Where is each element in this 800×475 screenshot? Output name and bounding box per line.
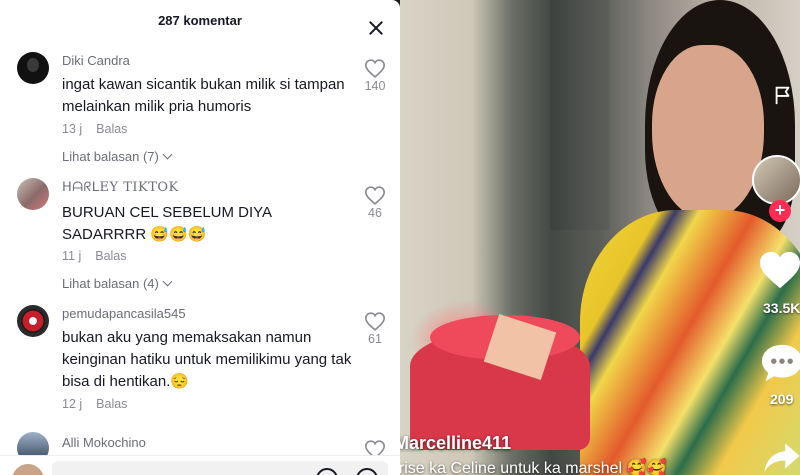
comment-username[interactable]: pemudapancasila545 <box>62 306 186 321</box>
comment-input[interactable] <box>52 461 388 475</box>
comment-text: BURUAN CEL SEBELUM DIYA SADARRRR 😅😅😅 <box>62 204 272 243</box>
like-button[interactable]: 46 <box>362 186 388 220</box>
close-icon[interactable] <box>368 20 384 36</box>
comment-username[interactable]: Alli Mokochino <box>62 435 146 450</box>
video-background <box>550 0 610 230</box>
reply-button[interactable]: Balas <box>96 122 127 136</box>
comment-meta: 12 j Balas <box>62 397 127 411</box>
like-count: 61 <box>368 332 382 346</box>
comment-text: bukan aku yang memaksakan namun keingina… <box>62 329 352 390</box>
share-arrow-icon[interactable] <box>762 440 800 475</box>
report-flag-icon[interactable] <box>772 84 794 106</box>
like-count: 46 <box>368 206 382 220</box>
chevron-down-icon <box>162 149 173 160</box>
video-author[interactable]: Marcelline411 <box>400 433 511 454</box>
comment-input-bar <box>0 455 400 475</box>
reply-button[interactable]: Balas <box>96 397 127 411</box>
like-button[interactable]: 140 <box>362 59 388 93</box>
video-like-count: 33.5K <box>763 300 800 316</box>
comment-time: 13 j <box>62 122 83 136</box>
view-replies-button[interactable]: Lihat balasan (4) <box>62 276 173 291</box>
comment-username[interactable]: Diki Candra <box>62 53 130 68</box>
heart-outline-icon <box>365 312 385 331</box>
chevron-down-icon <box>162 276 173 287</box>
avatar[interactable] <box>17 178 49 210</box>
view-replies-label: Lihat balasan (7) <box>62 149 159 164</box>
heart-outline-icon <box>365 186 385 205</box>
like-count: 140 <box>364 79 386 93</box>
reply-button[interactable]: Balas <box>95 249 126 263</box>
comment-time: 11 j <box>62 249 82 263</box>
view-replies-label: Lihat balasan (4) <box>62 276 159 291</box>
video-player[interactable]: + 33.5K 209 Marcelline411 prise ka Celin… <box>400 0 800 475</box>
video-caption: prise ka Celine untuk ka marshel 🥰🥰 <box>400 460 667 475</box>
comments-header: 287 komentar <box>0 0 400 42</box>
heart-outline-icon <box>365 59 385 78</box>
creator-avatar[interactable] <box>752 155 800 205</box>
video-subject-face <box>652 45 764 220</box>
video-like-button[interactable] <box>758 250 800 295</box>
follow-plus-icon[interactable]: + <box>769 200 791 222</box>
comment-time: 12 j <box>62 397 83 411</box>
avatar[interactable] <box>17 52 49 84</box>
my-avatar <box>12 464 44 475</box>
comment-count: 287 komentar <box>158 13 242 28</box>
video-comment-count: 209 <box>770 391 794 407</box>
comment-meta: 13 j Balas <box>62 122 127 136</box>
comments-panel: 287 komentar Diki Candra ingat kawan sic… <box>0 0 400 475</box>
comment-bubble-icon[interactable] <box>760 343 800 383</box>
heart-filled-icon <box>760 251 800 289</box>
comment-text: ingat kawan sicantik bukan milik si tamp… <box>62 76 345 115</box>
view-replies-button[interactable]: Lihat balasan (7) <box>62 149 173 164</box>
comment-username[interactable]: ᕼᗩᖇᒪEY TIKTOK <box>62 180 179 195</box>
comment-meta: 11 j Balas <box>62 249 127 263</box>
like-button[interactable]: 61 <box>362 312 388 346</box>
avatar[interactable] <box>17 305 49 337</box>
